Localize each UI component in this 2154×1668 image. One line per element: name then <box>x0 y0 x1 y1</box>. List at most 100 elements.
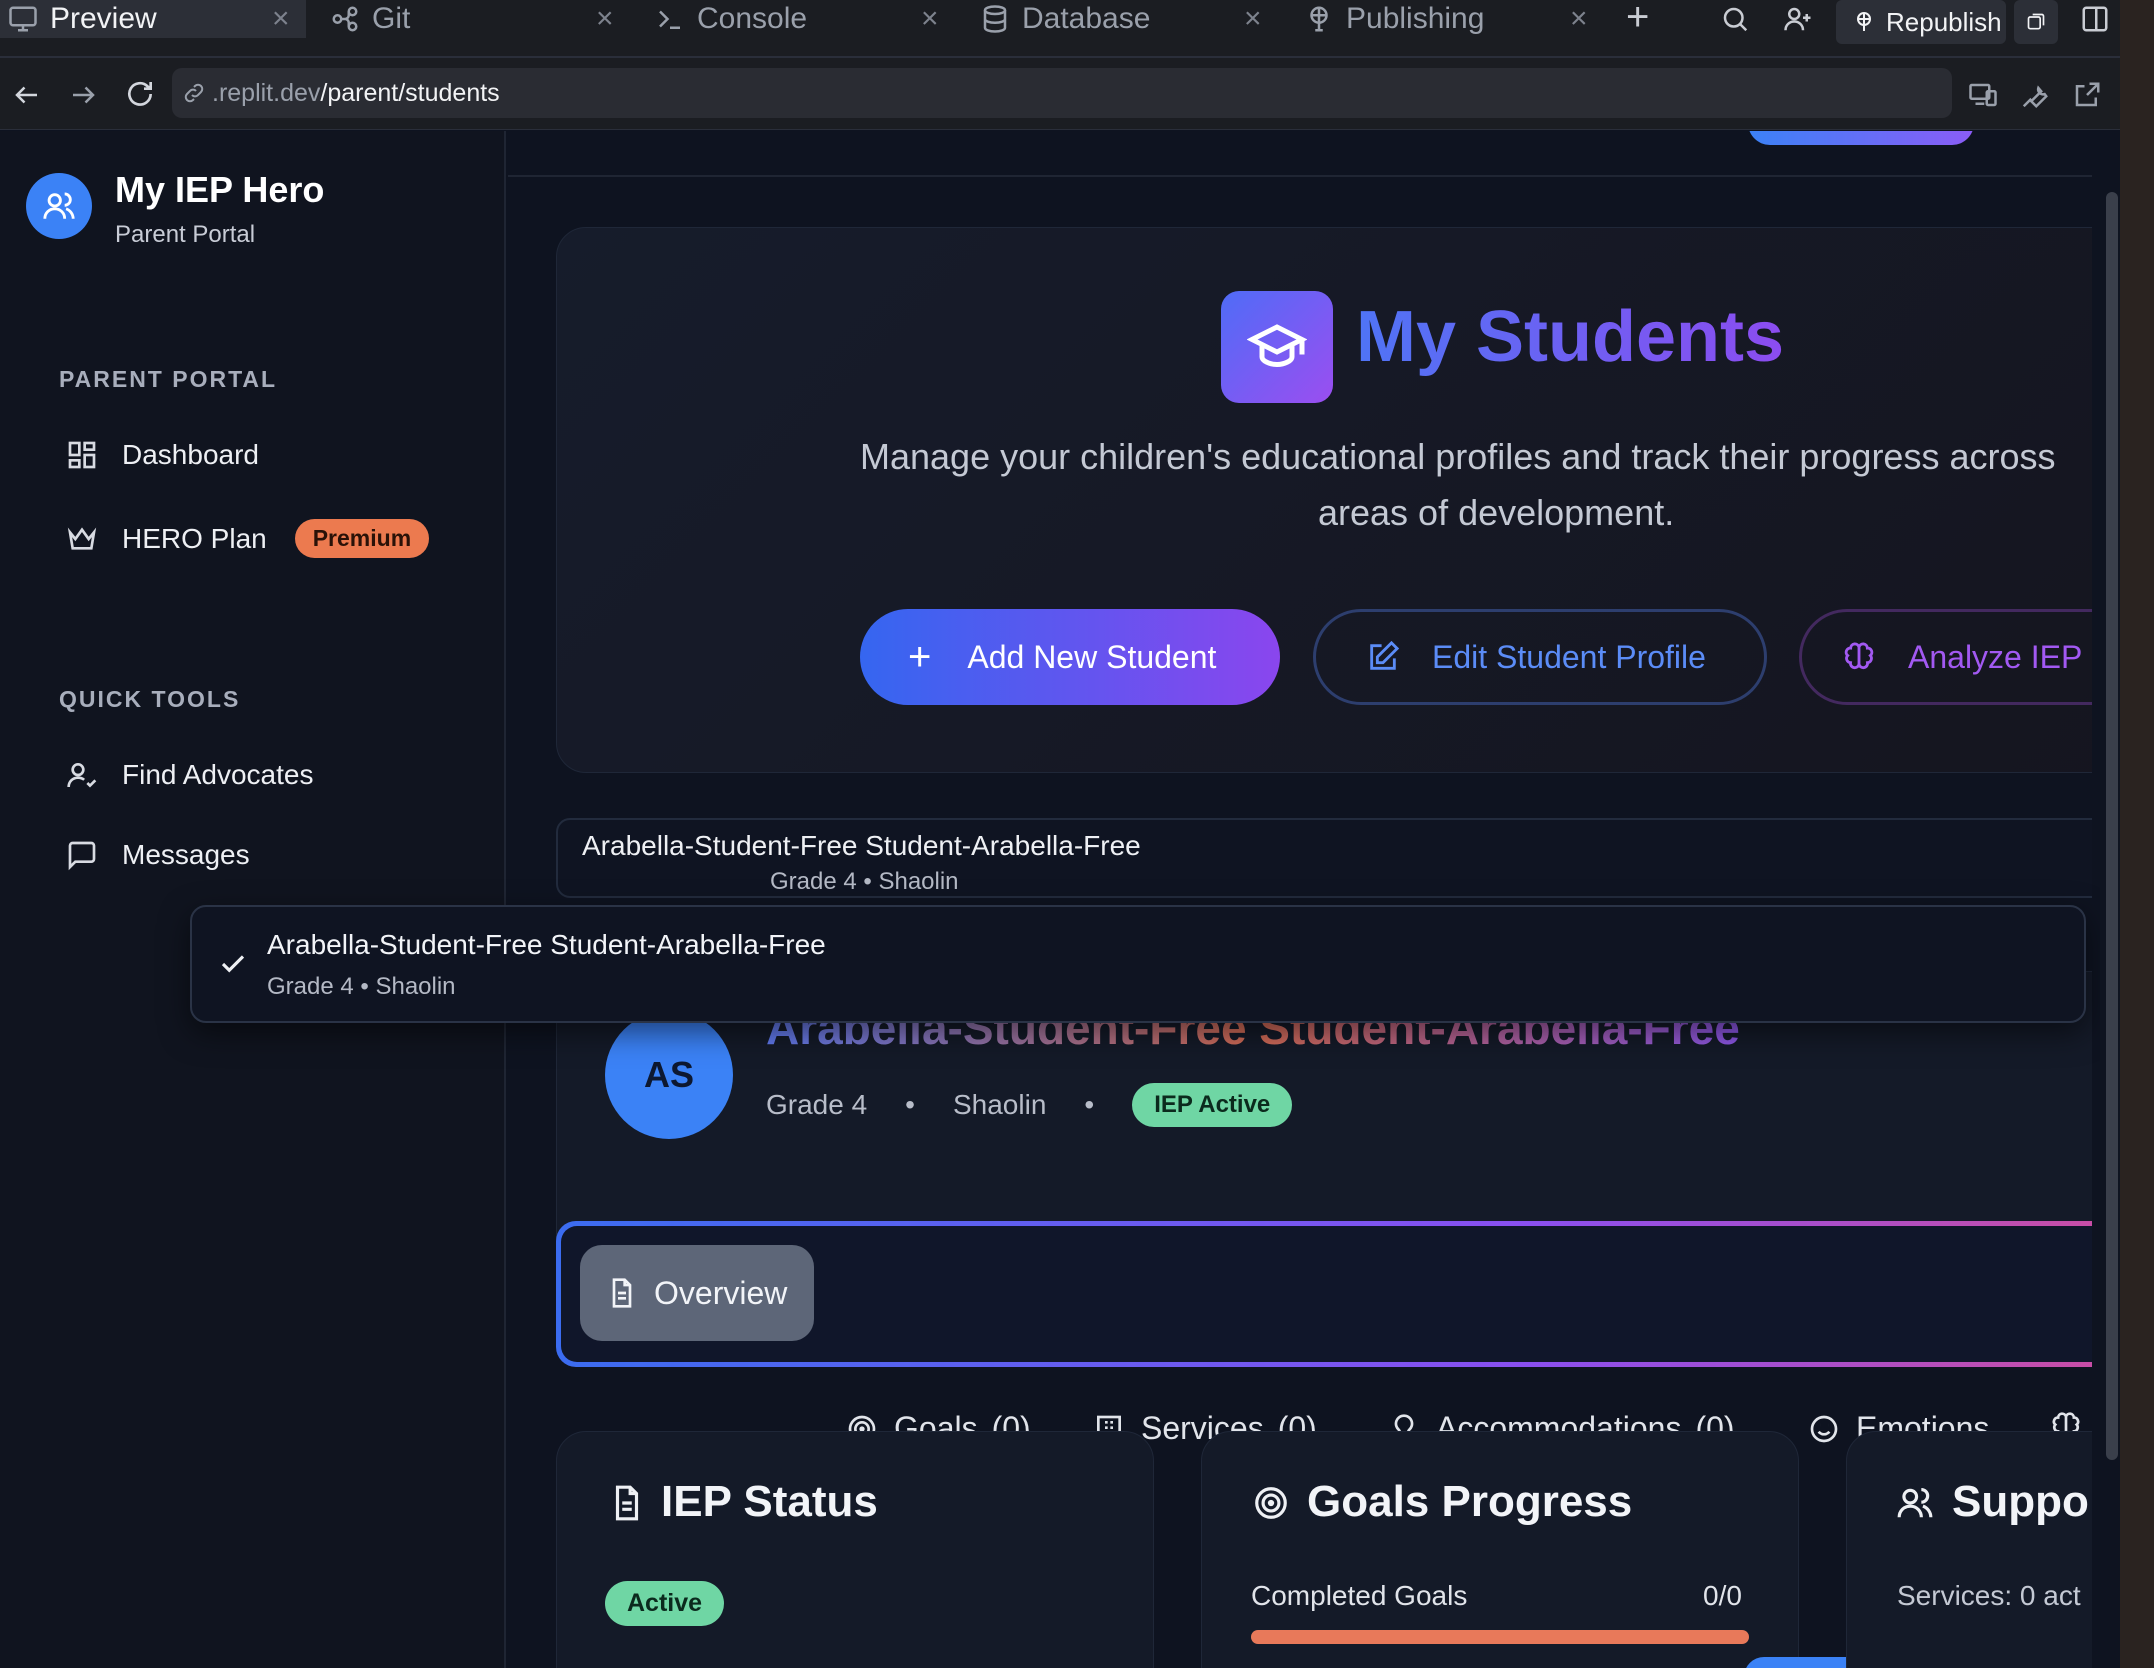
support-card <box>1846 1431 2100 1668</box>
graduation-cap-icon <box>1247 324 1307 368</box>
analyze-iep-button[interactable]: Analyze IEP <box>1799 609 2100 705</box>
wrench-icon[interactable] <box>2020 80 2050 110</box>
page-description-line-1: Manage your children's educational profi… <box>860 436 2056 477</box>
add-new-student-label: Add New Student <box>967 638 1217 675</box>
devices-icon[interactable] <box>1968 80 1998 110</box>
section-label-parent-portal: PARENT PORTAL <box>59 366 278 392</box>
add-new-student-button[interactable]: + Add New Student <box>860 609 1280 705</box>
close-icon[interactable]: × <box>1570 2 1588 36</box>
student-grade: Grade 4 <box>766 1089 868 1120</box>
sidebar-item-label: Dashboard <box>122 439 259 470</box>
tab-label: Overview <box>654 1274 788 1311</box>
close-icon[interactable]: × <box>921 2 939 36</box>
support-services-line: Services: 0 act <box>1897 1580 2081 1611</box>
monitor-icon <box>9 6 37 32</box>
document-icon <box>612 1278 632 1308</box>
url-path: /parent/students <box>320 79 500 107</box>
sidebar-item-find-advocates[interactable]: Find Advocates <box>66 759 313 791</box>
sidebar-item-label: Find Advocates <box>122 759 314 790</box>
app-name: My IEP Hero <box>115 169 325 210</box>
ide-tab-git[interactable]: Git × <box>330 0 630 38</box>
viewport-edge <box>2092 131 2100 1668</box>
user-check-icon <box>67 763 97 788</box>
iep-active-badge: IEP Active <box>1132 1083 1293 1127</box>
new-tab-plus-icon[interactable]: + <box>1626 0 1660 38</box>
iep-status-badge: Active <box>605 1581 725 1626</box>
scrollbar-thumb[interactable] <box>2106 192 2118 1460</box>
sidebar-item-hero-plan[interactable]: HERO Plan Premium <box>66 519 430 558</box>
terminal-icon <box>659 10 680 29</box>
iep-status-title: IEP Status <box>661 1477 878 1526</box>
message-square-icon <box>68 841 96 871</box>
goals-progress-bar <box>1251 1630 1749 1644</box>
analyze-iep-label: Analyze IEP <box>1908 638 2083 675</box>
ide-tab-label: Publishing <box>1346 2 1485 35</box>
student-meta-row: Grade 4 • Shaolin • IEP Active <box>766 1083 1293 1127</box>
ide-tab-preview[interactable]: Preview × <box>0 0 306 38</box>
window-icon-button[interactable] <box>2014 0 2058 44</box>
ide-tab-console[interactable]: Console × <box>655 0 955 38</box>
app-subtitle: Parent Portal <box>115 221 256 248</box>
ide-tab-label: Database <box>1022 2 1151 35</box>
app-logo <box>26 173 92 239</box>
student-dropdown-option[interactable]: Arabella-Student-Free Student-Arabella-F… <box>192 907 2084 1021</box>
ide-tab-publishing[interactable]: Publishing × <box>1304 0 1604 38</box>
url-field[interactable]: .replit.dev/parent/students <box>172 68 1952 118</box>
external-link-icon[interactable] <box>2072 80 2102 110</box>
page-description-line-2: areas of development. <box>1318 492 1675 533</box>
completed-goals-label: Completed Goals <box>1251 1580 1468 1611</box>
student-school: Shaolin <box>952 1089 1047 1120</box>
meta-separator: • <box>1084 1089 1095 1120</box>
support-title: Suppo <box>1952 1477 2089 1526</box>
sidebar: My IEP Hero Parent Portal PARENT PORTAL … <box>0 131 506 1668</box>
student-select-name: Arabella-Student-Free Student-Arabella-F… <box>582 830 1141 861</box>
student-select-meta: Grade 4 • Shaolin <box>770 868 959 895</box>
database-icon <box>983 5 1007 33</box>
edit-student-profile-label: Edit Student Profile <box>1432 638 1706 675</box>
goals-progress-title: Goals Progress <box>1307 1477 1633 1526</box>
student-avatar: AS <box>605 1011 733 1139</box>
header-action-button[interactable] <box>1748 131 1974 145</box>
main-content: My Students Manage your children's educa… <box>508 131 2100 1668</box>
republish-button[interactable]: Republish <box>1836 0 2006 44</box>
ide-tab-database[interactable]: Database × <box>980 0 1280 38</box>
republish-label: Republish <box>1886 6 2002 37</box>
edit-icon <box>1370 640 1400 670</box>
crown-icon <box>67 526 97 550</box>
sidebar-item-messages[interactable]: Messages <box>66 839 250 871</box>
dropdown-option-name: Arabella-Student-Free Student-Arabella-F… <box>267 929 826 960</box>
app-viewport: My IEP Hero Parent Portal PARENT PORTAL … <box>0 131 2100 1668</box>
edit-student-profile-button[interactable]: Edit Student Profile <box>1313 609 1767 705</box>
users-icon <box>43 192 75 219</box>
dashboard-grid-icon <box>68 441 96 469</box>
close-icon[interactable]: × <box>1244 2 1262 36</box>
tab-overview[interactable]: Overview <box>580 1245 814 1341</box>
hero-icon-tile <box>1221 291 1333 403</box>
dropdown-option-meta: Grade 4 • Shaolin <box>267 973 456 1000</box>
smile-icon <box>1810 1415 1838 1442</box>
close-icon[interactable]: × <box>596 2 614 36</box>
search-icon[interactable] <box>1720 4 1750 34</box>
split-pane-icon[interactable] <box>2080 4 2110 34</box>
sidebar-item-label: Messages <box>122 839 250 870</box>
ide-tab-label: Git <box>372 2 411 35</box>
git-branch-icon <box>332 6 358 32</box>
section-label-quick-tools: QUICK TOOLS <box>59 686 241 712</box>
link-icon <box>184 83 204 103</box>
address-bar: .replit.dev/parent/students <box>0 58 2120 130</box>
reload-icon[interactable] <box>124 78 156 110</box>
target-icon <box>1255 1487 1287 1519</box>
invite-user-icon[interactable] <box>1782 4 1814 34</box>
check-icon <box>221 955 245 973</box>
sidebar-item-dashboard[interactable]: Dashboard <box>66 439 259 471</box>
sidebar-item-label: HERO Plan <box>122 522 267 554</box>
completed-goals-value: 0/0 <box>1703 1580 1742 1611</box>
users-icon <box>1897 1487 1933 1518</box>
close-icon[interactable]: × <box>272 2 290 36</box>
back-arrow-icon[interactable] <box>12 80 42 110</box>
page-title: My Students <box>1356 297 1785 377</box>
brain-icon <box>1844 642 1874 670</box>
forward-arrow-icon[interactable] <box>68 80 98 110</box>
student-select[interactable]: Arabella-Student-Free Student-Arabella-F… <box>556 818 2100 898</box>
iep-status-badge-wrap: Active <box>605 1581 725 1626</box>
